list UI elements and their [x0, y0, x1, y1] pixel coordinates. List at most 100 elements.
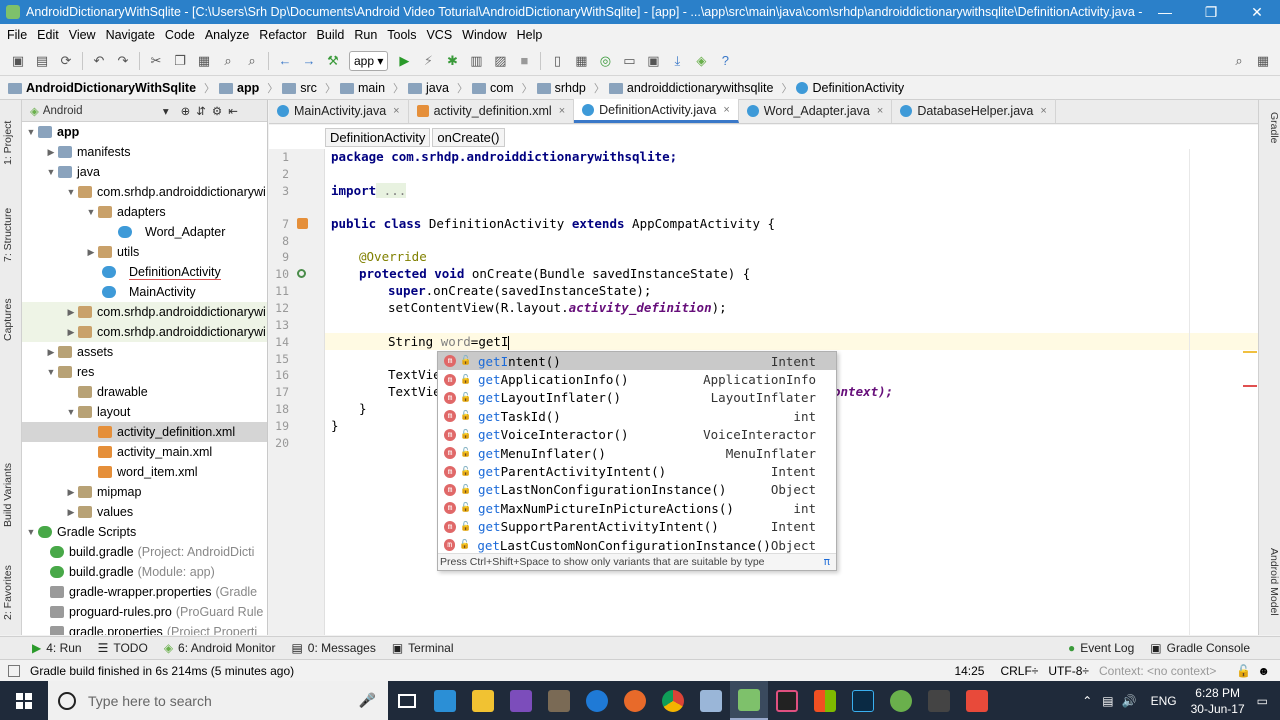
copy-icon[interactable]: ❐ [171, 52, 189, 70]
menu-code[interactable]: Code [160, 28, 200, 42]
breadcrumb-package[interactable]: androiddictionarywithsqlite [608, 81, 778, 95]
tree-item-assets[interactable]: ▶ assets [22, 342, 267, 362]
tree-item-word-item-xml[interactable]: word_item.xml [22, 462, 267, 482]
open-icon[interactable]: ▣ [9, 52, 27, 70]
taskbar-app[interactable] [654, 681, 692, 720]
start-button[interactable] [0, 681, 48, 720]
forward-icon[interactable]: → [300, 52, 318, 70]
completion-item[interactable]: m 🔓 getVoiceInteractor() VoiceInteractor [438, 426, 836, 444]
close-tab-icon[interactable]: × [1040, 105, 1046, 117]
tool-tab-structure[interactable]: 7: Structure [2, 195, 20, 275]
profile-icon[interactable]: ▥ [467, 52, 485, 70]
menu-help[interactable]: Help [512, 28, 548, 42]
tree-item-gradle-properties[interactable]: gradle.properties (Project Properti [22, 622, 267, 635]
menu-navigate[interactable]: Navigate [101, 28, 160, 42]
breadcrumb-java[interactable]: java [408, 81, 453, 95]
tool-tab-todo[interactable]: ☰ TODO [90, 641, 156, 655]
code-crumb-method[interactable]: onCreate() [432, 127, 505, 147]
help-icon[interactable]: ? [716, 52, 734, 70]
completion-item[interactable]: m 🔓 getMenuInflater() MenuInflater [438, 444, 836, 462]
notifications-icon[interactable]: ▭ [1257, 694, 1268, 708]
input-language[interactable]: ENG [1151, 694, 1177, 708]
tree-item-adapters[interactable]: ▼ adapters [22, 202, 267, 222]
attach-debugger-icon[interactable]: ▨ [491, 52, 509, 70]
menu-build[interactable]: Build [312, 28, 350, 42]
task-view-button[interactable] [388, 681, 426, 720]
paste-icon[interactable]: ▦ [195, 52, 213, 70]
cut-icon[interactable]: ✂ [147, 52, 165, 70]
back-icon[interactable]: ← [276, 52, 294, 70]
tool-tab-gradle[interactable]: Gradle [1262, 112, 1280, 162]
tree-item-definition-activity[interactable]: DefinitionActivity [22, 262, 267, 282]
sdk-manager-icon[interactable]: ⤓ [668, 52, 686, 70]
taskbar-app[interactable] [540, 681, 578, 720]
taskbar-app[interactable] [464, 681, 502, 720]
sync-icon[interactable]: ⊕ [181, 104, 191, 118]
close-tab-icon[interactable]: × [723, 104, 729, 116]
completion-item[interactable]: m 🔓 getParentActivityIntent() Intent [438, 462, 836, 480]
line-separator[interactable]: CRLF÷ [1000, 664, 1038, 678]
tree-item-res[interactable]: ▼ res [22, 362, 267, 382]
clock[interactable]: 6:28 PM 30-Jun-17 [1191, 685, 1245, 717]
tool-tab-event-log[interactable]: ● Event Log [1060, 641, 1142, 655]
status-toggle-icon[interactable] [8, 664, 20, 677]
debug-icon[interactable]: ✱ [443, 52, 461, 70]
tab-activity-definition-xml[interactable]: activity_definition.xml × [409, 99, 575, 123]
completion-item[interactable]: m 🔓 getApplicationInfo() ApplicationInfo [438, 370, 836, 388]
tree-item-build-gradle-module[interactable]: build.gradle (Module: app) [22, 562, 267, 582]
tree-item-main-activity[interactable]: MainActivity [22, 282, 267, 302]
taskbar-app[interactable] [578, 681, 616, 720]
menu-window[interactable]: Window [457, 28, 511, 42]
caret-position[interactable]: 14:25 [954, 664, 984, 678]
project-view-selector[interactable]: ◈ Android ▾ ⊕ ⇵ ⚙ ⇤ [22, 100, 267, 122]
network-icon[interactable]: ▤ [1102, 694, 1113, 708]
taskbar-app[interactable] [920, 681, 958, 720]
search-everywhere-icon[interactable]: ⌕ [1230, 52, 1248, 70]
gradle-sync-icon[interactable]: ◎ [596, 52, 614, 70]
completion-item[interactable]: m 🔓 getTaskId() int [438, 407, 836, 425]
tool-tab-android-model[interactable]: Android Model [1262, 548, 1280, 633]
tool-tab-messages[interactable]: ▤ 0: Messages [283, 641, 383, 655]
code-crumb-class[interactable]: DefinitionActivity [325, 127, 431, 147]
microphone-icon[interactable]: 🎤 [359, 692, 376, 709]
tab-definition-activity[interactable]: DefinitionActivity.java × [574, 99, 739, 123]
lock-icon[interactable]: 🔓 [1236, 664, 1251, 678]
completion-item[interactable]: m 🔓 getLayoutInflater() LayoutInflater [438, 389, 836, 407]
tree-item-app[interactable]: ▼ app [22, 122, 267, 142]
tree-item-proguard[interactable]: proguard-rules.pro (ProGuard Rule [22, 602, 267, 622]
tool-tab-gradle-console[interactable]: ▣ Gradle Console [1142, 641, 1258, 655]
completion-item[interactable]: m 🔓 getSupportParentActivityIntent() Intent [438, 518, 836, 536]
taskbar-app[interactable] [502, 681, 540, 720]
breadcrumb-app[interactable]: app [219, 81, 263, 95]
close-tab-icon[interactable]: × [559, 105, 565, 117]
taskbar-app[interactable] [616, 681, 654, 720]
tree-item-activity-definition-xml[interactable]: activity_definition.xml [22, 422, 267, 442]
taskbar-app[interactable] [692, 681, 730, 720]
taskbar-app[interactable] [426, 681, 464, 720]
tool-tab-favorites[interactable]: 2: Favorites [2, 555, 20, 630]
tab-database-helper[interactable]: DatabaseHelper.java × [892, 99, 1056, 123]
tree-item-build-gradle-project[interactable]: build.gradle (Project: AndroidDicti [22, 542, 267, 562]
inspector-icon[interactable]: ☻ [1257, 664, 1270, 678]
tool-tab-build-variants[interactable]: Build Variants [2, 450, 20, 540]
tree-item-package-test[interactable]: ▶ com.srhdp.androiddictionarywi [22, 302, 267, 322]
tree-item-activity-main-xml[interactable]: activity_main.xml [22, 442, 267, 462]
menu-edit[interactable]: Edit [32, 28, 64, 42]
tab-word-adapter[interactable]: Word_Adapter.java × [739, 99, 893, 123]
collapse-icon[interactable]: ⇵ [196, 104, 206, 118]
error-stripe-mark[interactable] [1243, 351, 1257, 353]
breadcrumb-class[interactable]: DefinitionActivity [796, 81, 908, 95]
breadcrumb-project[interactable]: AndroidDictionaryWithSqlite [8, 81, 200, 95]
tree-item-gradle-scripts[interactable]: ▼ Gradle Scripts [22, 522, 267, 542]
breadcrumb-src[interactable]: src [282, 81, 321, 95]
tree-item-layout[interactable]: ▼ layout [22, 402, 267, 422]
close-tab-icon[interactable]: × [393, 105, 399, 117]
menu-vcs[interactable]: VCS [421, 28, 457, 42]
gear-icon[interactable]: ⚙ [212, 104, 222, 118]
make-icon[interactable]: ⚒ [324, 52, 342, 70]
tray-chevron-up-icon[interactable]: ⌃ [1082, 694, 1092, 708]
android-icon[interactable]: ◈ [692, 52, 710, 70]
menu-file[interactable]: File [2, 28, 32, 42]
pi-icon[interactable]: π [824, 556, 830, 568]
stop-icon[interactable]: ■ [515, 52, 533, 70]
